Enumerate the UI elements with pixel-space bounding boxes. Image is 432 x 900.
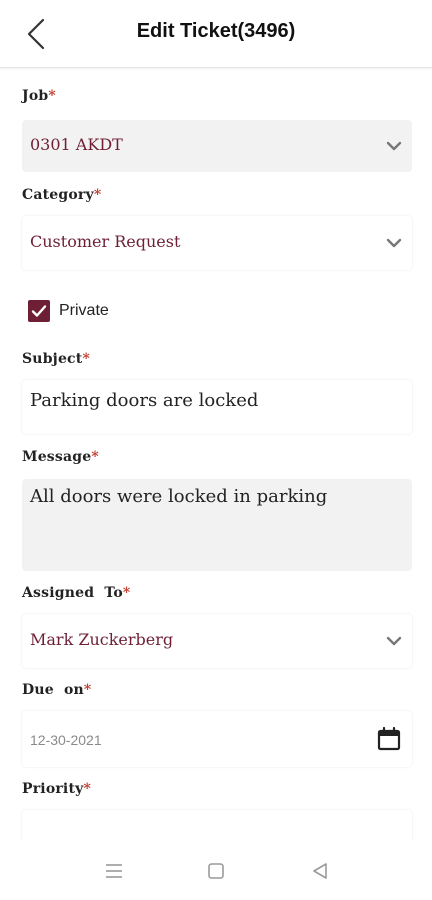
- required-marker: *: [83, 781, 91, 797]
- assigned-to-select[interactable]: Mark Zuckerberg: [22, 614, 412, 668]
- category-label: Category*: [22, 187, 101, 203]
- chevron-down-icon: [386, 141, 402, 151]
- due-on-value: 12-30-2021: [30, 732, 102, 748]
- message-textarea[interactable]: All doors were locked in parking: [22, 479, 412, 571]
- category-label-text: Category: [22, 187, 94, 203]
- private-checkbox-row[interactable]: Private: [28, 300, 109, 322]
- message-label: Message*: [22, 449, 99, 465]
- system-nav-bar: [0, 840, 432, 900]
- required-marker: *: [48, 88, 56, 104]
- page-title: Edit Ticket(3496): [136, 20, 296, 42]
- chevron-down-icon: [386, 238, 402, 248]
- required-marker: *: [91, 449, 99, 465]
- subject-input[interactable]: Parking doors are locked: [22, 380, 412, 434]
- square-icon[interactable]: [206, 862, 226, 880]
- job-select[interactable]: 0301 AKDT: [22, 120, 412, 172]
- assigned-to-label-text: Assigned To: [22, 585, 123, 601]
- required-marker: *: [82, 351, 90, 367]
- checkmark-icon: [31, 305, 47, 317]
- assigned-to-value: Mark Zuckerberg: [30, 630, 174, 649]
- message-value: All doors were locked in parking: [30, 486, 328, 507]
- calendar-icon[interactable]: [376, 726, 402, 752]
- job-label-text: Job: [22, 88, 49, 104]
- required-marker: *: [93, 187, 102, 203]
- due-on-label-text: Due on: [22, 682, 84, 698]
- assigned-to-label: Assigned To*: [22, 585, 130, 601]
- required-marker: *: [83, 682, 92, 698]
- due-on-date-input[interactable]: 12-30-2021: [22, 711, 412, 767]
- category-select[interactable]: Customer Request: [22, 216, 412, 270]
- triangle-left-icon[interactable]: [310, 862, 330, 880]
- priority-label: Priority*: [22, 781, 91, 797]
- app-header: Edit Ticket(3496): [0, 0, 432, 68]
- category-value: Customer Request: [30, 232, 181, 251]
- subject-label: Subject*: [22, 351, 90, 367]
- priority-label-text: Priority: [22, 781, 84, 797]
- message-label-text: Message: [22, 449, 92, 465]
- private-label: Private: [59, 302, 109, 319]
- subject-value: Parking doors are locked: [30, 390, 259, 411]
- required-marker: *: [122, 585, 131, 601]
- private-checkbox[interactable]: [28, 300, 50, 322]
- chevron-down-icon: [386, 636, 402, 646]
- job-label: Job*: [22, 88, 56, 104]
- due-on-label: Due on*: [22, 682, 91, 698]
- priority-select[interactable]: [22, 810, 412, 840]
- job-value: 0301 AKDT: [30, 135, 123, 154]
- menu-icon[interactable]: [104, 862, 124, 880]
- edit-ticket-form: Job* 0301 AKDT Category* Customer Reques…: [0, 68, 432, 840]
- subject-label-text: Subject: [22, 351, 83, 367]
